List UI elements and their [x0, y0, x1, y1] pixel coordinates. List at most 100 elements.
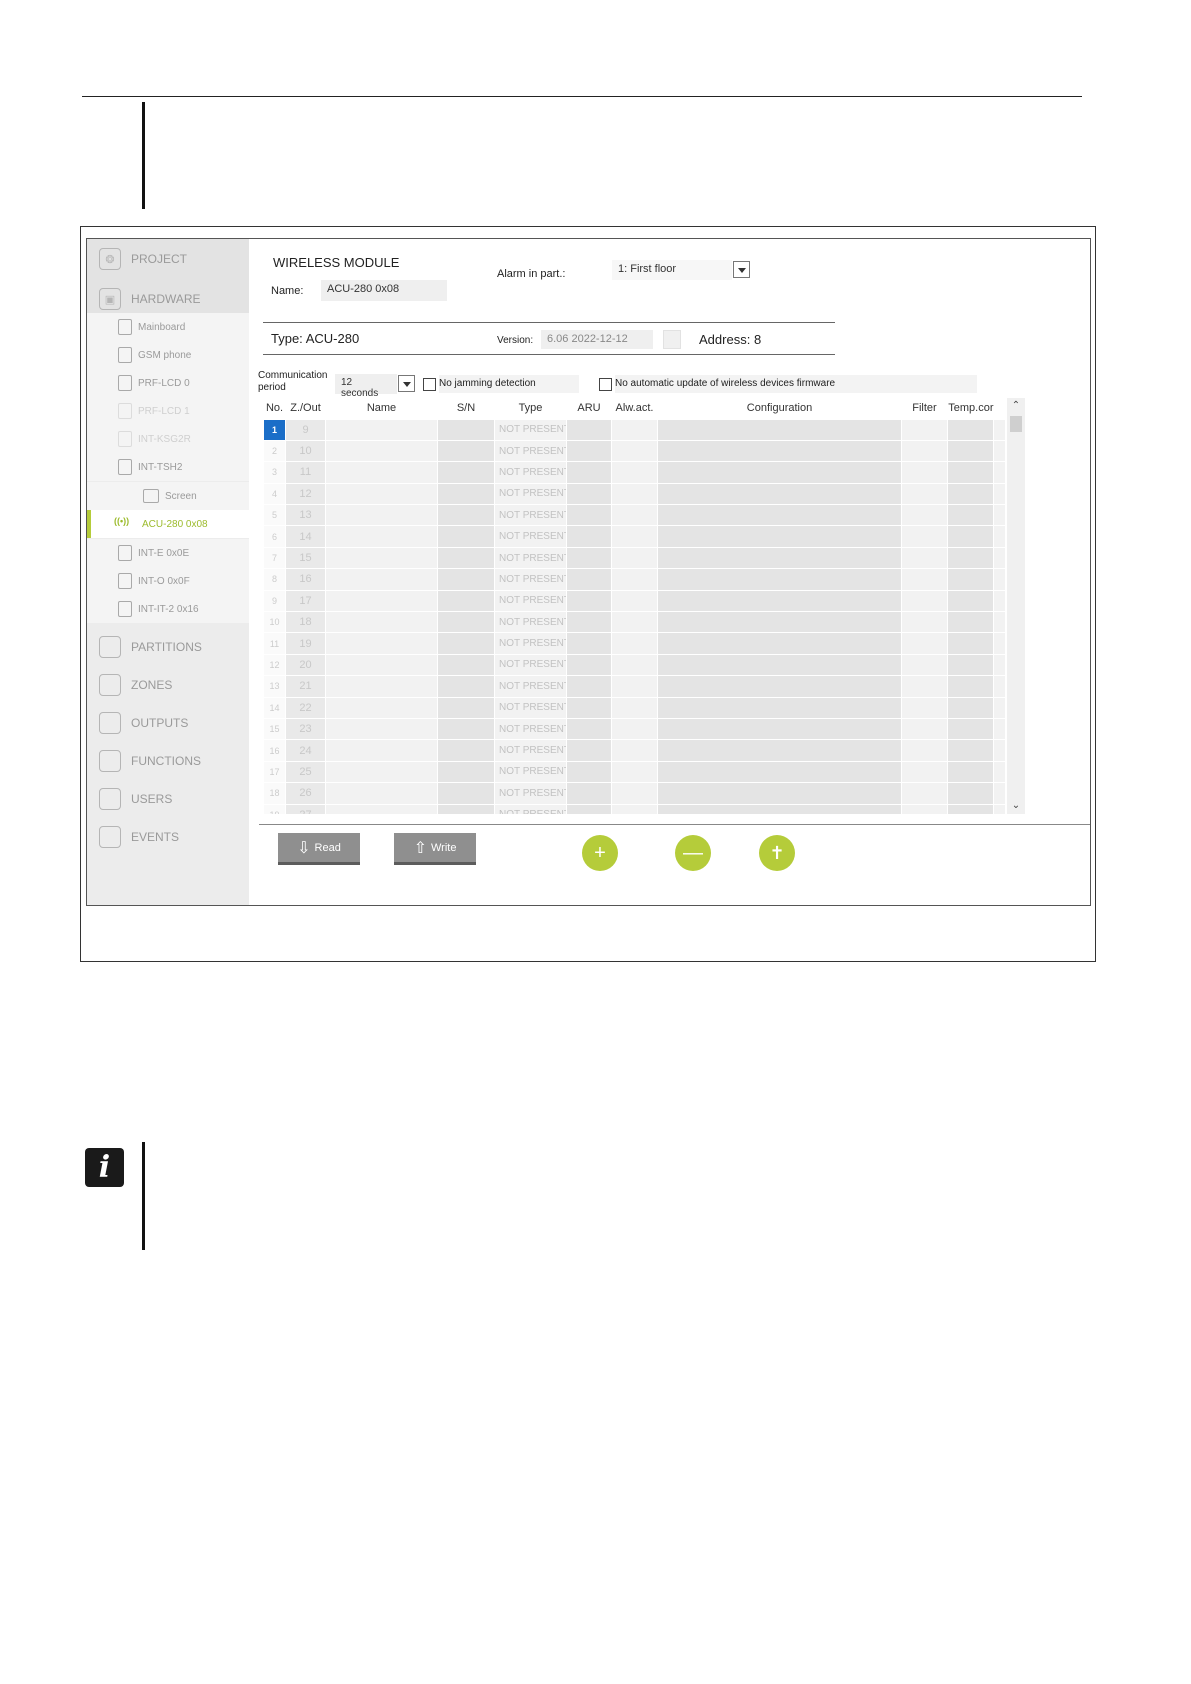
table-cell[interactable]: [947, 760, 994, 784]
scroll-thumb[interactable]: [1010, 416, 1022, 432]
table-cell[interactable]: [611, 611, 658, 634]
table-cell[interactable]: [437, 675, 495, 698]
table-row[interactable]: 12 20 NOT PRESENT: [263, 653, 1005, 677]
table-cell[interactable]: [993, 653, 1005, 677]
alarm-partition-select[interactable]: 1: First floor: [612, 260, 732, 280]
add-device-button[interactable]: +: [582, 835, 618, 871]
type-cell[interactable]: NOT PRESENT: [494, 717, 567, 741]
table-cell[interactable]: [611, 439, 658, 463]
table-cell[interactable]: [437, 803, 495, 814]
table-cell[interactable]: [325, 546, 438, 570]
table-cell[interactable]: [611, 525, 658, 548]
col-header-zone-out[interactable]: Z./Out: [285, 398, 326, 419]
table-cell[interactable]: [611, 717, 658, 741]
row-number-cell[interactable]: 4: [263, 482, 286, 506]
table-cell[interactable]: [325, 782, 438, 805]
table-cell[interactable]: [657, 632, 902, 655]
table-cell[interactable]: [325, 803, 438, 814]
table-cell[interactable]: [437, 632, 495, 655]
table-cell[interactable]: [611, 418, 658, 441]
sidebar-hardware-item[interactable]: INT-IT-2 0x16: [87, 595, 249, 623]
row-number-cell[interactable]: 16: [263, 739, 286, 762]
table-cell[interactable]: [437, 504, 495, 527]
table-cell[interactable]: [993, 739, 1005, 762]
type-cell[interactable]: NOT PRESENT: [494, 803, 567, 814]
table-cell[interactable]: [993, 760, 1005, 784]
table-cell[interactable]: [993, 504, 1005, 527]
table-cell[interactable]: [611, 739, 658, 762]
zone-output-cell[interactable]: 11: [285, 461, 326, 484]
table-cell[interactable]: [901, 546, 948, 570]
type-cell[interactable]: NOT PRESENT: [494, 418, 567, 441]
type-cell[interactable]: NOT PRESENT: [494, 632, 567, 655]
read-button[interactable]: ⇩ Read: [278, 833, 360, 865]
no-jamming-checkbox[interactable]: [423, 378, 436, 391]
table-cell[interactable]: [611, 461, 658, 484]
table-row[interactable]: 13 21 NOT PRESENT: [263, 675, 1005, 698]
table-cell[interactable]: [437, 418, 495, 441]
table-cell[interactable]: [566, 418, 612, 441]
table-cell[interactable]: [993, 589, 1005, 613]
table-cell[interactable]: [566, 739, 612, 762]
table-cell[interactable]: [993, 696, 1005, 719]
row-number-cell[interactable]: 11: [263, 632, 286, 655]
table-cell[interactable]: [566, 525, 612, 548]
zone-output-cell[interactable]: 23: [285, 717, 326, 741]
zone-output-cell[interactable]: 16: [285, 568, 326, 591]
table-cell[interactable]: [993, 418, 1005, 441]
table-cell[interactable]: [947, 482, 994, 506]
row-number-cell[interactable]: 1: [263, 418, 286, 441]
table-cell[interactable]: [566, 439, 612, 463]
sidebar-hardware-item[interactable]: Mainboard: [87, 313, 249, 341]
table-cell[interactable]: [611, 675, 658, 698]
table-cell[interactable]: [566, 696, 612, 719]
table-cell[interactable]: [325, 675, 438, 698]
table-row[interactable]: 11 19 NOT PRESENT: [263, 632, 1005, 655]
table-cell[interactable]: [325, 525, 438, 548]
write-button[interactable]: ⇧ Write: [394, 833, 476, 865]
table-row[interactable]: 3 11 NOT PRESENT: [263, 461, 1005, 484]
table-cell[interactable]: [566, 760, 612, 784]
table-row[interactable]: 18 26 NOT PRESENT: [263, 782, 1005, 805]
table-cell[interactable]: [901, 461, 948, 484]
table-cell[interactable]: [437, 760, 495, 784]
sidebar-item-events[interactable]: EVENTS: [87, 817, 249, 857]
table-cell[interactable]: [437, 546, 495, 570]
row-number-cell[interactable]: 14: [263, 696, 286, 719]
table-cell[interactable]: [657, 611, 902, 634]
table-row[interactable]: 2 10 NOT PRESENT: [263, 439, 1005, 463]
table-cell[interactable]: [611, 482, 658, 506]
table-cell[interactable]: [437, 653, 495, 677]
table-cell[interactable]: [566, 653, 612, 677]
table-cell[interactable]: [566, 589, 612, 613]
table-cell[interactable]: [901, 782, 948, 805]
table-cell[interactable]: [657, 439, 902, 463]
table-cell[interactable]: [901, 568, 948, 591]
sidebar-item-functions[interactable]: FUNCTIONS: [87, 741, 249, 781]
row-number-cell[interactable]: 5: [263, 504, 286, 527]
table-cell[interactable]: [657, 525, 902, 548]
table-cell[interactable]: [947, 589, 994, 613]
table-cell[interactable]: [993, 675, 1005, 698]
table-cell[interactable]: [437, 461, 495, 484]
table-cell[interactable]: [325, 760, 438, 784]
zone-output-cell[interactable]: 27: [285, 803, 326, 814]
table-cell[interactable]: [993, 482, 1005, 506]
table-cell[interactable]: [657, 675, 902, 698]
type-cell[interactable]: NOT PRESENT: [494, 653, 567, 677]
table-cell[interactable]: [947, 717, 994, 741]
table-cell[interactable]: [657, 717, 902, 741]
table-cell[interactable]: [437, 696, 495, 719]
zone-output-cell[interactable]: 17: [285, 589, 326, 613]
row-number-cell[interactable]: 12: [263, 653, 286, 677]
col-header-aru[interactable]: ARU: [566, 398, 612, 419]
no-update-checkbox[interactable]: [599, 378, 612, 391]
table-cell[interactable]: [325, 632, 438, 655]
table-cell[interactable]: [657, 653, 902, 677]
sidebar-hardware-item[interactable]: Screen: [87, 482, 249, 510]
table-cell[interactable]: [566, 568, 612, 591]
type-cell[interactable]: NOT PRESENT: [494, 546, 567, 570]
table-cell[interactable]: [437, 782, 495, 805]
alarm-dropdown-button[interactable]: [733, 261, 750, 278]
row-number-cell[interactable]: 7: [263, 546, 286, 570]
